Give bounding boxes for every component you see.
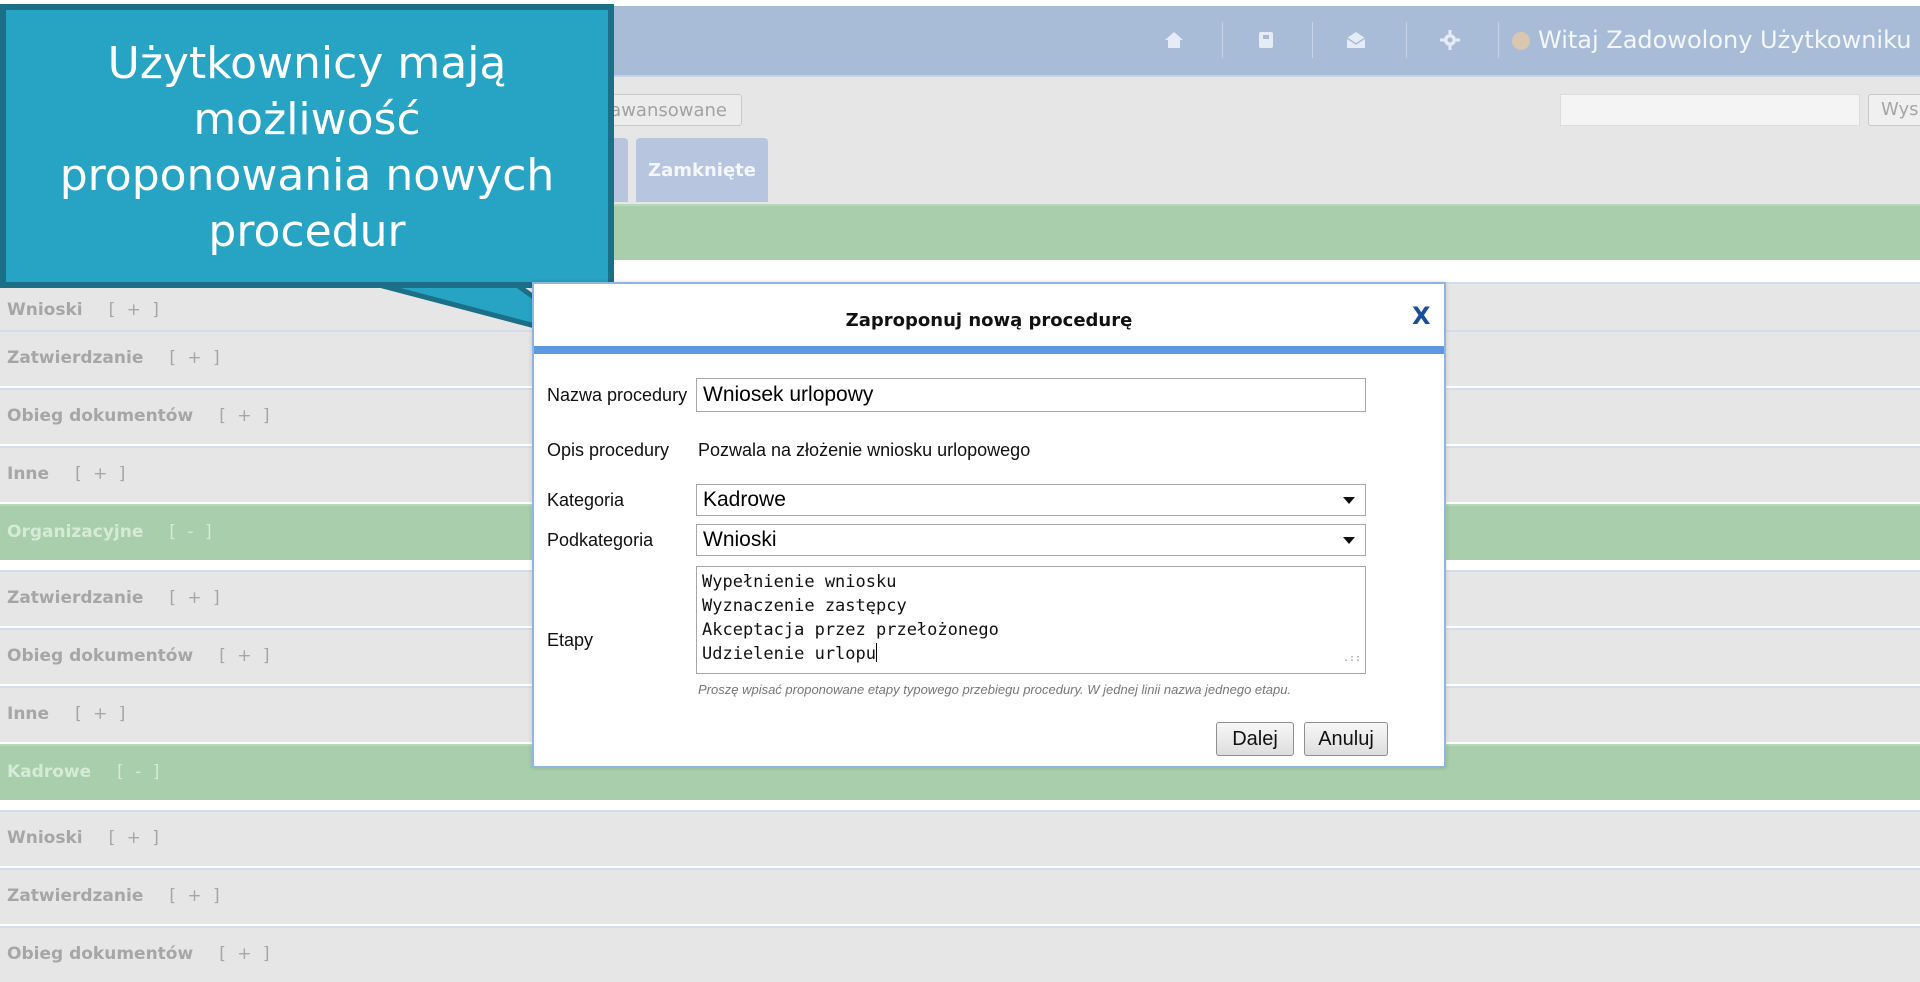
category-label: Kadrowe xyxy=(7,762,92,782)
procedure-name-input[interactable] xyxy=(696,378,1366,412)
nav-divider xyxy=(1222,22,1223,58)
gear-icon[interactable] xyxy=(1438,28,1462,52)
list-item-label: Inne xyxy=(7,704,50,724)
stages-hint: Proszę wpisać proponowane etapy typowego… xyxy=(698,682,1292,697)
category-select-value: Kadrowe xyxy=(703,488,786,511)
collapse-toggle[interactable]: [ - ] xyxy=(169,522,214,542)
expand-toggle[interactable]: [ + ] xyxy=(169,588,222,608)
list-item-label: Wnioski xyxy=(7,300,83,320)
expand-toggle[interactable]: [ + ] xyxy=(75,464,128,484)
search-button[interactable]: Wys xyxy=(1868,94,1920,126)
procedure-name-label: Nazwa procedury xyxy=(547,385,688,405)
welcome-user[interactable]: Witaj Zadowolony Użytkowniku xyxy=(1512,26,1911,54)
list-item-label: Zatwierdzanie xyxy=(7,886,144,906)
list-item[interactable]: Obieg dokumentów [ + ] xyxy=(0,926,1920,982)
list-item[interactable]: Wnioski [ + ] xyxy=(0,810,1920,866)
collapse-toggle[interactable]: [ - ] xyxy=(117,762,162,782)
procedure-description-label: Opis procedury xyxy=(547,440,670,460)
subcategory-select[interactable]: Wnioski xyxy=(696,524,1366,556)
callout-line: Użytkownicy mają xyxy=(107,38,507,89)
expand-toggle[interactable]: [ + ] xyxy=(109,828,162,848)
list-item[interactable]: Zatwierdzanie [ + ] xyxy=(0,868,1920,924)
expand-toggle[interactable]: [ + ] xyxy=(219,406,272,426)
nav-divider xyxy=(1498,22,1499,58)
propose-procedure-dialog: Zaproponuj nową procedurę X Nazwa proced… xyxy=(532,282,1446,768)
home-icon[interactable] xyxy=(1162,28,1186,52)
list-item-label: Obieg dokumentów xyxy=(7,646,194,666)
subcategory-label: Podkategoria xyxy=(547,530,654,550)
search-input[interactable] xyxy=(1560,94,1860,126)
callout-line: możliwość xyxy=(193,94,421,145)
expand-toggle[interactable]: [ + ] xyxy=(169,348,222,368)
procedure-description-value: Pozwala na złożenie wniosku urlopowego xyxy=(698,440,1031,460)
expand-toggle[interactable]: [ + ] xyxy=(219,646,272,666)
category-label: Organizacyjne xyxy=(7,522,144,542)
expand-toggle[interactable]: [ + ] xyxy=(75,704,128,724)
list-item-label: Inne xyxy=(7,464,50,484)
stages-textarea[interactable]: Wypełnienie wniosku Wyznaczenie zastępcy… xyxy=(696,566,1366,674)
callout-line: procedur xyxy=(208,206,406,257)
list-item-label: Obieg dokumentów xyxy=(7,406,194,426)
list-item-label: Zatwierdzanie xyxy=(7,588,144,608)
dialog-title: Zaproponuj nową procedurę xyxy=(845,310,1133,331)
expand-toggle[interactable]: [ + ] xyxy=(109,300,162,320)
nav-divider xyxy=(1406,22,1407,58)
stages-label: Etapy xyxy=(547,630,594,650)
cancel-button[interactable]: Anuluj xyxy=(1304,722,1388,756)
stage-line: Akceptacja przez przełożonego xyxy=(702,620,999,640)
stage-line: Wyznaczenie zastępcy xyxy=(702,596,907,616)
expand-toggle[interactable]: [ + ] xyxy=(219,944,272,964)
stage-line: Wypełnienie wniosku xyxy=(702,572,897,592)
list-item-label: Obieg dokumentów xyxy=(7,944,194,964)
mail-icon[interactable] xyxy=(1344,28,1368,52)
subcategory-select-value: Wnioski xyxy=(703,528,777,551)
text-cursor xyxy=(876,643,877,662)
stage-line: Udzielenie urlopu xyxy=(702,644,876,664)
nav-divider xyxy=(1312,22,1313,58)
resize-handle-icon[interactable]: .:: xyxy=(1343,647,1361,671)
welcome-text: Witaj Zadowolony Użytkowniku xyxy=(1538,26,1912,54)
list-item-label: Zatwierdzanie xyxy=(7,348,144,368)
chevron-down-icon xyxy=(1343,497,1355,504)
category-label: Kategoria xyxy=(547,490,625,510)
callout-line: proponowania nowych xyxy=(59,150,555,201)
dialog-title-bar xyxy=(534,346,1444,354)
list-item-label: Wnioski xyxy=(7,828,83,848)
tab-closed[interactable]: Zamknięte xyxy=(636,138,768,202)
user-icon xyxy=(1512,32,1530,50)
close-icon[interactable]: X xyxy=(1412,302,1431,330)
next-button[interactable]: Dalej xyxy=(1216,722,1294,756)
callout-bubble: Użytkownicy mają możliwość proponowania … xyxy=(0,4,614,288)
book-icon[interactable] xyxy=(1254,28,1278,52)
chevron-down-icon xyxy=(1343,537,1355,544)
category-select[interactable]: Kadrowe xyxy=(696,484,1366,516)
expand-toggle[interactable]: [ + ] xyxy=(169,886,222,906)
